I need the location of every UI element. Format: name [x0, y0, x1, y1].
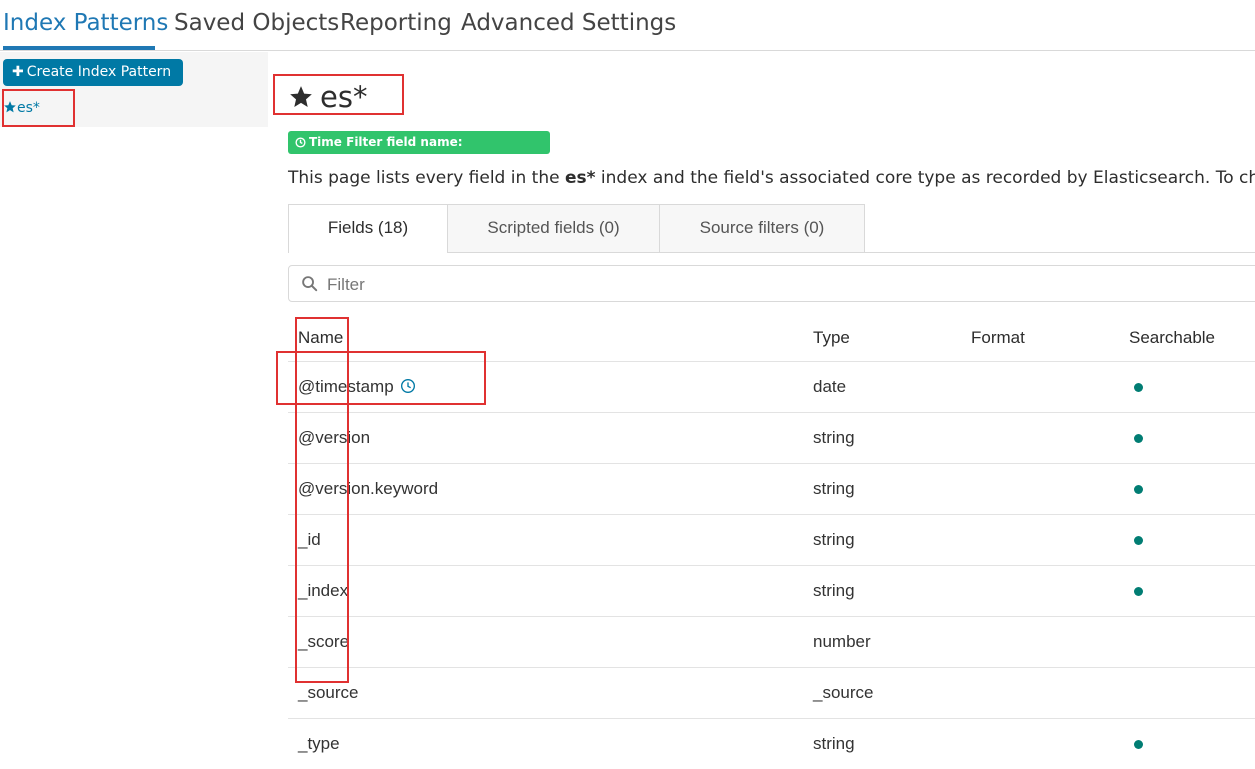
column-header-type[interactable]: Type — [813, 328, 850, 348]
table-row: _id string — [288, 514, 1255, 565]
clock-icon — [295, 137, 306, 148]
column-header-format[interactable]: Format — [971, 328, 1025, 348]
tab-fields[interactable]: Fields (18) — [288, 204, 448, 253]
table-row: @timestamp date — [288, 361, 1255, 412]
time-filter-badge: Time Filter field name: @timestamp — [288, 131, 550, 172]
field-name: _score — [298, 632, 350, 651]
tab-reporting[interactable]: Reporting — [340, 10, 452, 36]
table-row: @version.keyword string — [288, 463, 1255, 514]
field-type: date — [813, 377, 847, 396]
field-name: _id — [298, 530, 321, 549]
searchable-indicator — [1134, 587, 1143, 596]
time-filter-text: Time Filter field name: @timestamp — [295, 135, 463, 172]
searchable-indicator — [1134, 485, 1143, 494]
field-name: _type — [298, 734, 340, 753]
field-type: number — [813, 632, 871, 651]
plus-icon: ✚ — [12, 64, 24, 80]
sidebar-item-es[interactable]: es* — [3, 100, 40, 116]
table-row: _index string — [288, 565, 1255, 616]
table-row: _source _source — [288, 667, 1255, 718]
page-title-text: es* — [320, 80, 368, 114]
field-type: string — [813, 581, 855, 600]
clock-icon — [400, 379, 415, 393]
column-header-searchable[interactable]: Searchable — [1129, 328, 1215, 348]
field-tabs: Fields (18) Scripted fields (0) Source f… — [288, 204, 1255, 253]
top-nav: Index Patterns Saved Objects Reporting A… — [0, 0, 1255, 51]
table-row: _score number — [288, 616, 1255, 667]
sidebar-item-label: es* — [17, 100, 40, 116]
table-row: @version string — [288, 412, 1255, 463]
table-row: _type string — [288, 718, 1255, 769]
star-icon — [290, 86, 312, 107]
field-name: _source — [298, 683, 359, 702]
field-type: string — [813, 734, 855, 753]
field-type: _source — [813, 683, 874, 702]
filter-input[interactable] — [325, 270, 1229, 299]
column-header-name[interactable]: Name — [298, 328, 343, 348]
searchable-indicator — [1134, 740, 1143, 749]
field-type: string — [813, 428, 855, 447]
searchable-indicator — [1134, 536, 1143, 545]
create-index-pattern-label: Create Index Pattern — [26, 64, 172, 80]
page-title: es* — [288, 80, 367, 114]
searchable-indicator — [1134, 383, 1143, 392]
star-icon — [4, 101, 16, 113]
tab-advanced-settings[interactable]: Advanced Settings — [461, 10, 676, 36]
searchable-indicator — [1134, 434, 1143, 443]
field-name: @version.keyword — [298, 479, 439, 498]
filter-box — [288, 265, 1255, 302]
tab-index-patterns[interactable]: Index Patterns — [3, 10, 168, 36]
field-name: @timestamp — [298, 377, 416, 397]
tab-source-filters[interactable]: Source filters (0) — [659, 204, 865, 252]
tab-saved-objects[interactable]: Saved Objects — [174, 10, 339, 36]
active-tab-indicator — [3, 46, 155, 50]
field-name: @version — [298, 428, 371, 447]
tab-scripted-fields[interactable]: Scripted fields (0) — [447, 204, 660, 252]
field-name: _index — [298, 581, 349, 600]
field-type: string — [813, 530, 855, 549]
page-description: This page lists every field in the es* i… — [288, 168, 1255, 188]
search-icon — [302, 276, 318, 292]
field-type: string — [813, 479, 855, 498]
create-index-pattern-button[interactable]: ✚ Create Index Pattern — [3, 59, 183, 86]
